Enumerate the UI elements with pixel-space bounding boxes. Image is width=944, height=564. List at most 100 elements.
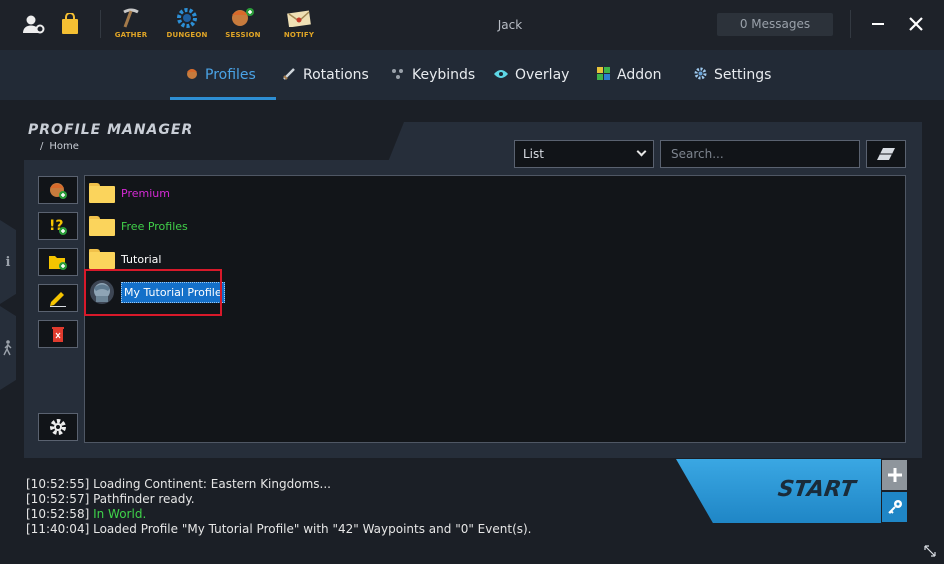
folder-add-icon: [49, 256, 67, 270]
close-icon: [909, 17, 923, 31]
log-text: In World.: [93, 507, 147, 521]
log-line: [10:52:55] Loading Continent: Eastern Ki…: [26, 477, 532, 492]
envelope-icon: [271, 8, 327, 28]
tab-settings[interactable]: Settings: [694, 50, 771, 100]
folder-item-premium[interactable]: Premium: [89, 178, 170, 208]
gear-portal-icon: [159, 8, 215, 28]
trash-icon: [52, 327, 64, 342]
profile-browser: Premium Free Profiles Tutorial My Tutori…: [84, 175, 906, 443]
start-label: START: [776, 477, 857, 502]
close-button[interactable]: [906, 14, 926, 34]
log-time: [10:52:58]: [26, 507, 90, 521]
profile-item-my-tutorial-profile[interactable]: My Tutorial Profile: [89, 277, 225, 307]
profile-name: My Tutorial Profile: [121, 281, 225, 303]
key-button[interactable]: [882, 492, 907, 522]
profile-portrait-icon: [89, 279, 115, 305]
breadcrumb-home[interactable]: Home: [49, 141, 79, 152]
gear-icon: [50, 419, 66, 435]
log-text: Pathfinder ready.: [93, 492, 195, 506]
tab-keybinds[interactable]: Keybinds: [391, 50, 475, 100]
side-tab-info[interactable]: i: [0, 220, 16, 304]
character-add-icon: [215, 8, 271, 28]
log-time: [11:40:04]: [26, 522, 90, 536]
folder-name: Tutorial: [121, 252, 162, 266]
folder-name: Free Profiles: [121, 219, 188, 233]
manager-settings-button[interactable]: [38, 413, 78, 441]
eye-icon: [494, 68, 508, 82]
search-input[interactable]: [660, 140, 860, 168]
log-line: [10:52:58] In World.: [26, 507, 532, 522]
eraser-icon: [877, 148, 895, 160]
edit-button[interactable]: [38, 284, 78, 312]
profile-icon: [186, 67, 198, 83]
sword-icon: [282, 67, 296, 84]
tab-keybinds-label: Keybinds: [412, 67, 476, 83]
addon-icon: [597, 67, 610, 83]
side-tab-walk[interactable]: [0, 306, 16, 390]
info-icon: i: [5, 254, 11, 270]
window-controls-divider: [850, 10, 851, 38]
gather-button[interactable]: GATHER: [103, 8, 159, 42]
key-icon: [887, 500, 902, 514]
breadcrumb: / Home: [40, 141, 79, 152]
folder-item-free-profiles[interactable]: Free Profiles: [89, 211, 188, 241]
new-profile-button[interactable]: [38, 176, 78, 204]
log-time: [10:52:57]: [26, 492, 90, 506]
log-text: Loading Continent: Eastern Kingdoms...: [93, 477, 331, 491]
start-button[interactable]: START: [676, 459, 881, 523]
minimize-icon: [872, 23, 884, 25]
resize-handle-icon[interactable]: [924, 545, 938, 559]
view-mode-value: List: [523, 147, 544, 161]
add-button[interactable]: [882, 460, 907, 490]
keybind-icon: [391, 68, 405, 83]
dungeon-button[interactable]: DUNGEON: [159, 8, 215, 42]
tab-profiles[interactable]: Profiles: [170, 50, 276, 100]
session-label: SESSION: [225, 31, 261, 39]
delete-button[interactable]: [38, 320, 78, 348]
page-title: PROFILE MANAGER: [28, 122, 194, 138]
view-mode-select[interactable]: List: [514, 140, 654, 168]
folder-icon: [89, 216, 115, 236]
quest-add-icon: !?: [49, 218, 67, 235]
tab-profiles-label: Profiles: [205, 67, 256, 83]
breadcrumb-separator: /: [40, 141, 44, 152]
chevron-down-icon: [636, 146, 647, 157]
main-nav: Profiles Rotations Keybinds Overlay Addo…: [0, 50, 944, 100]
messages-button[interactable]: 0 Messages: [717, 13, 833, 36]
clear-search-button[interactable]: [866, 140, 906, 168]
gather-label: GATHER: [114, 31, 148, 39]
shop-bag-icon[interactable]: [58, 12, 82, 36]
tab-overlay-label: Overlay: [515, 67, 570, 83]
folder-item-tutorial[interactable]: Tutorial: [89, 244, 161, 274]
notify-button[interactable]: NOTIFY: [271, 8, 327, 42]
pencil-icon: [50, 292, 66, 307]
session-button[interactable]: SESSION: [215, 8, 271, 42]
account-settings-icon[interactable]: [22, 12, 46, 36]
top-bar: GATHER DUNGEON SESSION NOTIFY Jack 0 Mes…: [0, 0, 944, 50]
gear-icon: [694, 67, 707, 83]
tab-overlay[interactable]: Overlay: [494, 50, 569, 100]
notify-label: NOTIFY: [283, 31, 315, 39]
plus-icon: [887, 468, 902, 482]
folder-name: Premium: [121, 186, 170, 200]
log-time: [10:52:55]: [26, 477, 90, 491]
tab-rotations-label: Rotations: [303, 67, 369, 83]
user-name: Jack: [497, 18, 523, 32]
dungeon-label: DUNGEON: [166, 31, 208, 39]
folder-icon: [89, 183, 115, 203]
new-folder-button[interactable]: [38, 248, 78, 276]
folder-icon: [89, 249, 115, 269]
character-add-icon: [50, 183, 67, 199]
tab-rotations[interactable]: Rotations: [282, 50, 369, 100]
tab-addon[interactable]: Addon: [597, 50, 662, 100]
new-quest-profile-button[interactable]: !?: [38, 212, 78, 240]
toolbar-divider: [100, 10, 101, 38]
walk-icon: [3, 340, 12, 356]
minimize-button[interactable]: [868, 14, 888, 34]
pickaxe-icon: [103, 8, 159, 28]
activity-log: [10:52:55] Loading Continent: Eastern Ki…: [26, 477, 532, 537]
log-line: [10:52:57] Pathfinder ready.: [26, 492, 532, 507]
tab-addon-label: Addon: [617, 67, 662, 83]
tab-settings-label: Settings: [714, 67, 772, 83]
log-text: Loaded Profile "My Tutorial Profile" wit…: [93, 522, 532, 536]
